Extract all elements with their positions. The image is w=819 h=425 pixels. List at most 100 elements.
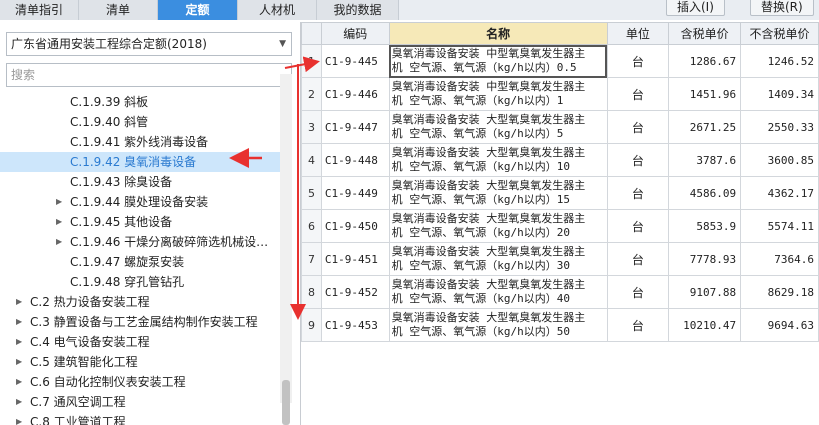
table-row[interactable]: 4 C1-9-448 臭氧消毒设备安装 大型氧臭氧发生器主机 空气源、氧气源（kg/… xyxy=(301,143,819,177)
row-notax-price[interactable]: 5574.11 xyxy=(740,209,819,243)
row-tax-price[interactable]: 1286.67 xyxy=(668,44,742,78)
tree-node[interactable]: ▶ C.1.9.44 膜处理设备安装 xyxy=(0,192,280,212)
row-notax-price[interactable]: 1246.52 xyxy=(740,44,819,78)
row-name[interactable]: 臭氧消毒设备安装 大型氧臭氧发生器主机 空气源、氧气源（kg/h以内）5 xyxy=(388,110,608,144)
row-unit[interactable]: 台 xyxy=(606,242,670,276)
row-code[interactable]: C1-9-446 xyxy=(320,77,390,111)
row-name[interactable]: 臭氧消毒设备安装 大型氧臭氧发生器主机 空气源、氧气源（kg/h以内）50 xyxy=(388,308,608,342)
row-code[interactable]: C1-9-453 xyxy=(320,308,390,342)
replace-button[interactable]: 替换(R) xyxy=(750,0,814,16)
tree-node[interactable]: C.1.9.40 斜管 xyxy=(0,112,280,132)
chevron-down-icon[interactable]: ▼ xyxy=(279,33,286,55)
row-notax-price[interactable]: 2550.33 xyxy=(740,110,819,144)
row-notax-price[interactable]: 9694.63 xyxy=(740,308,819,342)
tree-node[interactable]: C.1.9.47 螺旋泵安装 xyxy=(0,252,280,272)
tree-node[interactable]: C.1.9.41 紫外线消毒设备 xyxy=(0,132,280,152)
tree-node[interactable]: ▶ C.7 通风空调工程 xyxy=(0,392,280,412)
row-tax-price[interactable]: 1451.96 xyxy=(668,77,742,111)
tab-labor-material-machine[interactable]: 人材机 xyxy=(238,0,317,20)
tree-node[interactable]: ▶ C.8 工业管道工程 xyxy=(0,412,280,425)
row-unit[interactable]: 台 xyxy=(606,110,670,144)
expand-arrow-icon[interactable]: ▶ xyxy=(16,392,22,412)
row-unit[interactable]: 台 xyxy=(606,77,670,111)
expand-arrow-icon[interactable]: ▶ xyxy=(16,372,22,392)
table-row[interactable]: 6 C1-9-450 臭氧消毒设备安装 大型氧臭氧发生器主机 空气源、氧气源（kg/… xyxy=(301,209,819,243)
row-notax-price[interactable]: 4362.17 xyxy=(740,176,819,210)
header-notax-price[interactable]: 不含税单价 xyxy=(740,22,819,45)
row-tax-price[interactable]: 3787.6 xyxy=(668,143,742,177)
tree-scrollbar[interactable] xyxy=(280,74,292,403)
row-unit[interactable]: 台 xyxy=(606,44,670,78)
expand-arrow-icon[interactable]: ▶ xyxy=(56,192,62,212)
table-row[interactable]: 3 C1-9-447 臭氧消毒设备安装 大型氧臭氧发生器主机 空气源、氧气源（kg/… xyxy=(301,110,819,144)
insert-button[interactable]: 插入(I) xyxy=(666,0,725,16)
expand-arrow-icon[interactable]: ▶ xyxy=(56,232,62,252)
row-name[interactable]: 臭氧消毒设备安装 中型氧臭氧发生器主机 空气源、氧气源（kg/h以内）0.5 xyxy=(388,44,608,78)
row-name[interactable]: 臭氧消毒设备安装 大型氧臭氧发生器主机 空气源、氧气源（kg/h以内）30 xyxy=(388,242,608,276)
row-notax-price[interactable]: 7364.6 xyxy=(740,242,819,276)
tree-node[interactable]: ▶ C.3 静置设备与工艺金属结构制作安装工程 xyxy=(0,312,280,332)
tree-node[interactable]: ▶ C.6 自动化控制仪表安装工程 xyxy=(0,372,280,392)
tree-node[interactable]: ▶ C.1.9.45 其他设备 xyxy=(0,212,280,232)
tree-node[interactable]: C.1.9.42 臭氧消毒设备 xyxy=(0,152,280,172)
expand-arrow-icon[interactable]: ▶ xyxy=(16,312,22,332)
tree-scrollbar-thumb[interactable] xyxy=(282,380,290,425)
row-tax-price[interactable]: 10210.47 xyxy=(668,308,742,342)
row-tax-price[interactable]: 7778.93 xyxy=(668,242,742,276)
row-tax-price[interactable]: 4586.09 xyxy=(668,176,742,210)
row-name-line1: 臭氧消毒设备安装 大型氧臭氧发生器主 xyxy=(391,146,586,159)
table-row[interactable]: 5 C1-9-449 臭氧消毒设备安装 大型氧臭氧发生器主机 空气源、氧气源（kg/… xyxy=(301,176,819,210)
header-code[interactable]: 编码 xyxy=(320,22,390,45)
table-row[interactable]: 7 C1-9-451 臭氧消毒设备安装 大型氧臭氧发生器主机 空气源、氧气源（kg/… xyxy=(301,242,819,276)
tree-node[interactable]: C.1.9.48 穿孔管钻孔 xyxy=(0,272,280,292)
tab-bill[interactable]: 清单 xyxy=(79,0,158,20)
expand-arrow-icon[interactable]: ▶ xyxy=(16,292,22,312)
table-row[interactable]: 1 C1-9-445 臭氧消毒设备安装 中型氧臭氧发生器主机 空气源、氧气源（kg/… xyxy=(301,44,819,78)
row-code[interactable]: C1-9-448 xyxy=(320,143,390,177)
expand-arrow-icon[interactable]: ▶ xyxy=(16,352,22,372)
header-tax-price[interactable]: 含税单价 xyxy=(668,22,742,45)
row-code[interactable]: C1-9-451 xyxy=(320,242,390,276)
row-unit[interactable]: 台 xyxy=(606,209,670,243)
tab-bill-guide[interactable]: 清单指引 xyxy=(0,0,79,20)
row-notax-price[interactable]: 3600.85 xyxy=(740,143,819,177)
row-code[interactable]: C1-9-450 xyxy=(320,209,390,243)
tree-node[interactable]: ▶ C.4 电气设备安装工程 xyxy=(0,332,280,352)
table-row[interactable]: 9 C1-9-453 臭氧消毒设备安装 大型氧臭氧发生器主机 空气源、氧气源（kg/… xyxy=(301,308,819,342)
expand-arrow-icon[interactable]: ▶ xyxy=(16,332,22,352)
row-unit[interactable]: 台 xyxy=(606,308,670,342)
row-tax-price[interactable]: 9107.88 xyxy=(668,275,742,309)
row-name[interactable]: 臭氧消毒设备安装 大型氧臭氧发生器主机 空气源、氧气源（kg/h以内）40 xyxy=(388,275,608,309)
row-code[interactable]: C1-9-445 xyxy=(320,44,390,78)
table-row[interactable]: 2 C1-9-446 臭氧消毒设备安装 中型氧臭氧发生器主机 空气源、氧气源（kg/… xyxy=(301,77,819,111)
row-tax-price[interactable]: 2671.25 xyxy=(668,110,742,144)
row-name[interactable]: 臭氧消毒设备安装 大型氧臭氧发生器主机 空气源、氧气源（kg/h以内）20 xyxy=(388,209,608,243)
row-unit[interactable]: 台 xyxy=(606,176,670,210)
tree-node[interactable]: ▶ C.1.9.46 干燥分离破碎筛选机械设… xyxy=(0,232,280,252)
row-code[interactable]: C1-9-452 xyxy=(320,275,390,309)
tree-node-label: C.7 通风空调工程 xyxy=(30,395,126,409)
tree-node[interactable]: C.1.9.43 除臭设备 xyxy=(0,172,280,192)
row-unit[interactable]: 台 xyxy=(606,143,670,177)
row-code[interactable]: C1-9-449 xyxy=(320,176,390,210)
expand-arrow-icon[interactable]: ▶ xyxy=(16,412,22,425)
tree-node[interactable]: ▶ C.5 建筑智能化工程 xyxy=(0,352,280,372)
row-notax-price[interactable]: 8629.18 xyxy=(740,275,819,309)
header-name[interactable]: 名称 xyxy=(388,22,608,45)
row-name[interactable]: 臭氧消毒设备安装 中型氧臭氧发生器主机 空气源、氧气源（kg/h以内）1 xyxy=(388,77,608,111)
row-unit[interactable]: 台 xyxy=(606,275,670,309)
row-tax-price[interactable]: 5853.9 xyxy=(668,209,742,243)
table-row[interactable]: 8 C1-9-452 臭氧消毒设备安装 大型氧臭氧发生器主机 空气源、氧气源（kg/… xyxy=(301,275,819,309)
row-name[interactable]: 臭氧消毒设备安装 大型氧臭氧发生器主机 空气源、氧气源（kg/h以内）15 xyxy=(388,176,608,210)
quota-library-select[interactable]: 广东省通用安装工程综合定额(2018) ▼ xyxy=(6,32,292,56)
header-unit[interactable]: 单位 xyxy=(606,22,670,45)
tree-node[interactable]: ▶ C.2 热力设备安装工程 xyxy=(0,292,280,312)
tab-my-data[interactable]: 我的数据 xyxy=(317,0,399,20)
row-notax-price[interactable]: 1409.34 xyxy=(740,77,819,111)
row-name[interactable]: 臭氧消毒设备安装 大型氧臭氧发生器主机 空气源、氧气源（kg/h以内）10 xyxy=(388,143,608,177)
tab-quota[interactable]: 定额 xyxy=(158,0,238,20)
expand-arrow-icon[interactable]: ▶ xyxy=(56,212,62,232)
row-code[interactable]: C1-9-447 xyxy=(320,110,390,144)
tree-node[interactable]: C.1.9.39 斜板 xyxy=(0,92,280,112)
search-input[interactable]: 搜索 xyxy=(6,63,292,87)
